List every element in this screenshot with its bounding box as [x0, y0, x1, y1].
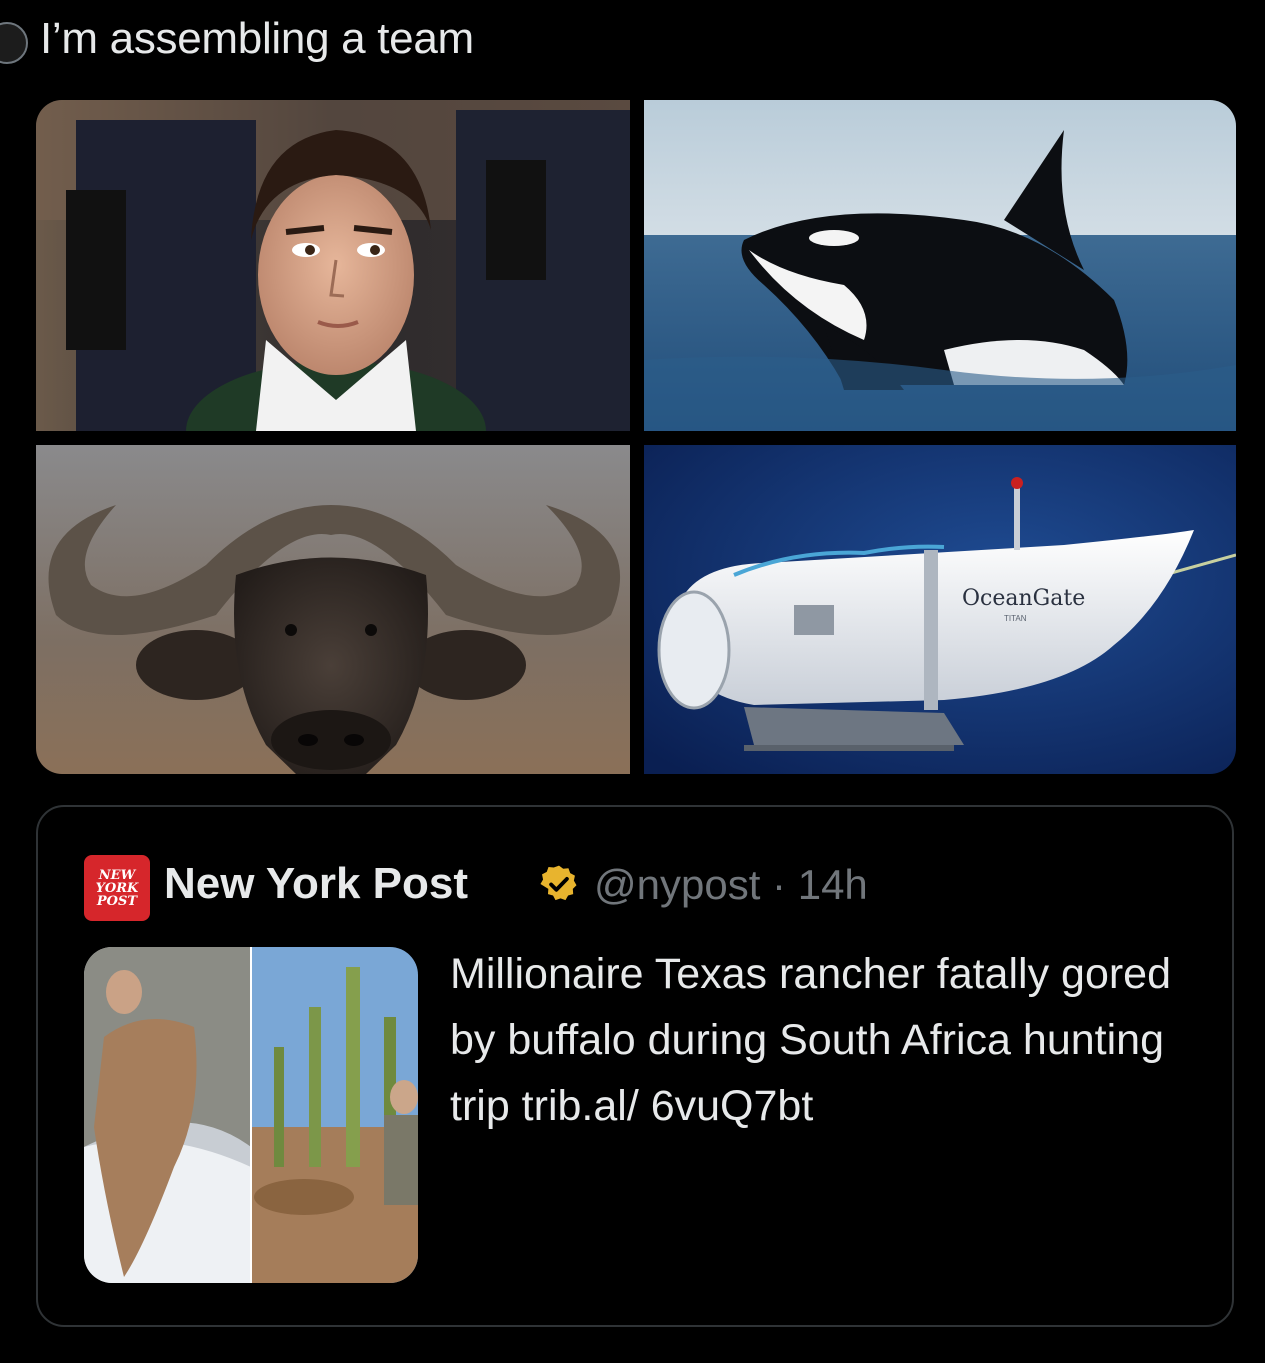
verified-badge-icon [540, 865, 577, 901]
media-image-orca[interactable] [644, 100, 1236, 431]
nypost-logo-line: POST [96, 893, 138, 909]
avatar[interactable] [0, 22, 28, 64]
submarine-sublabel-text: TITAN [1004, 614, 1027, 623]
quote-thumbnail[interactable] [84, 947, 418, 1283]
media-image-buffalo[interactable] [36, 445, 630, 774]
nypost-logo-line: NEW [98, 867, 136, 883]
quoted-tweet[interactable]: NEW YORK POST New York Post @nypost · 14… [36, 805, 1234, 1327]
media-grid: OceanGate TITAN [36, 100, 1236, 774]
submarine-logo-text: OceanGate [962, 586, 1085, 611]
nypost-logo[interactable]: NEW YORK POST [84, 855, 150, 921]
quote-author-name[interactable]: New York Post [164, 859, 468, 909]
media-image-man[interactable] [36, 100, 630, 431]
nypost-logo-line: YORK [95, 880, 139, 896]
media-image-submarine[interactable]: OceanGate TITAN [644, 445, 1236, 774]
quote-handle-time: @nypost · 14h [594, 861, 868, 908]
quote-text: Millionaire Texas rancher fatally gored … [450, 950, 1172, 1130]
tweet-text: I’m assembling a team [40, 14, 474, 63]
